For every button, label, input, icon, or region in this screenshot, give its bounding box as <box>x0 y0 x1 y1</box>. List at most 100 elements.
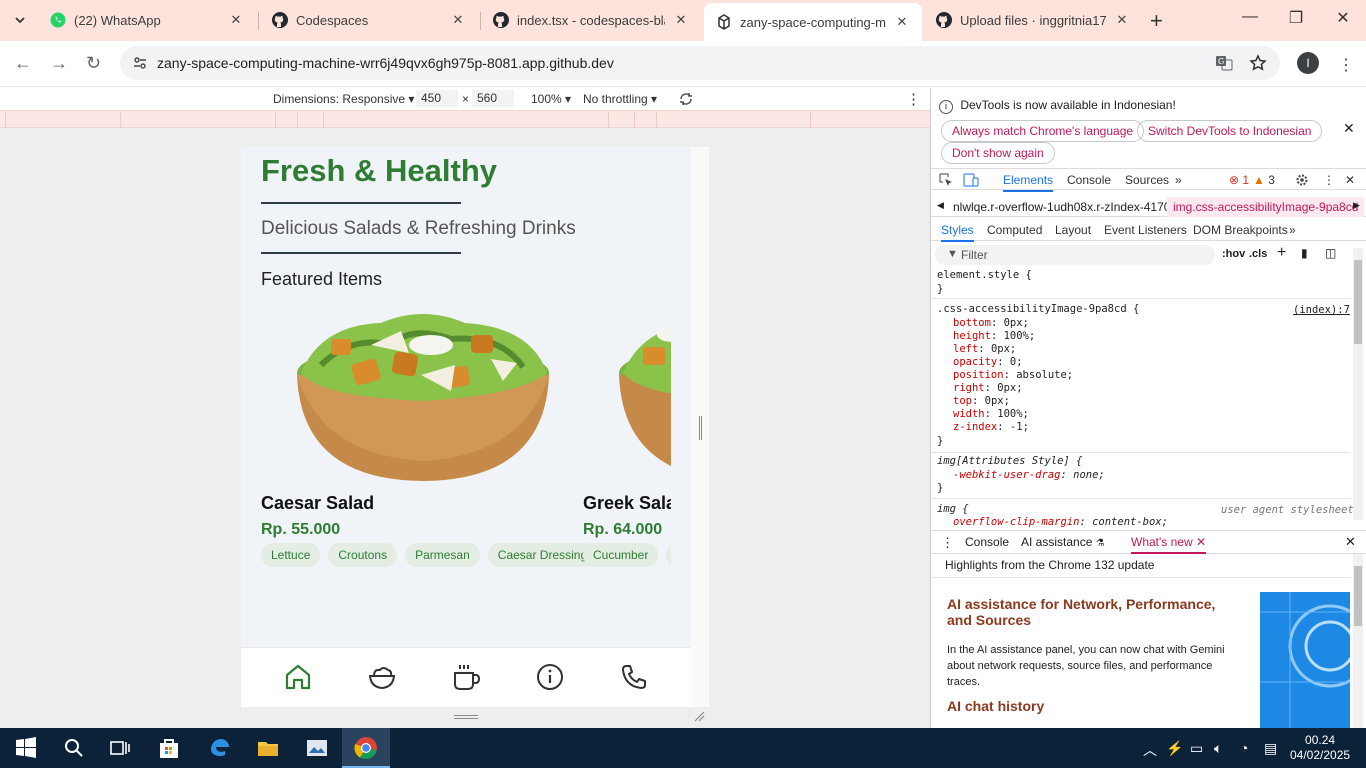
nav-home[interactable] <box>283 662 313 692</box>
style-property[interactable]: z-index: -1; <box>953 421 1073 434</box>
class-toggle[interactable]: .cls <box>1249 248 1267 260</box>
zoom-select[interactable]: 100% ▾ <box>531 92 571 106</box>
style-property[interactable]: position: absolute; <box>953 369 1073 382</box>
whats-new-title[interactable]: AI assistance for Network, Performance, … <box>947 596 1237 628</box>
new-rule-icon[interactable]: + <box>1277 244 1286 262</box>
close-drawer-icon[interactable]: ✕ <box>1345 534 1356 550</box>
styles-scrollbar[interactable] <box>1353 248 1363 520</box>
hover-state-toggle[interactable]: :hov <box>1222 248 1245 260</box>
store-icon[interactable] <box>157 736 181 760</box>
forward-arrow-icon[interactable]: → <box>50 53 68 74</box>
breadcrumb-item-selected[interactable]: img.css-accessibilityImage-9pa8cd <box>1167 197 1365 217</box>
battery-icon[interactable]: ▭ <box>1190 740 1203 757</box>
translate-icon[interactable]: G <box>1215 54 1233 72</box>
show-hidden-icons-icon[interactable]: ︿ <box>1143 740 1157 760</box>
subtab-styles[interactable]: Styles <box>941 223 974 242</box>
close-tab-icon[interactable]: ✕ <box>450 12 466 28</box>
nav-drinks[interactable] <box>451 662 481 692</box>
style-property[interactable]: left: 0px; <box>953 343 1073 356</box>
inspect-element-icon[interactable] <box>939 173 953 187</box>
switch-language-button[interactable]: Switch DevTools to Indonesian <box>1137 120 1323 142</box>
power-mode-icon[interactable]: ⚡ <box>1166 740 1183 757</box>
close-tab-icon[interactable]: ✕ <box>228 12 244 28</box>
tab-whatsapp[interactable]: (22) WhatsApp ✕ <box>38 3 256 37</box>
tab-codespaces[interactable]: Codespaces ✕ <box>260 3 478 37</box>
styles-filter-input[interactable]: ▼ Filter <box>935 245 1215 265</box>
drawer-menu-icon[interactable]: ⋮ <box>941 535 954 551</box>
system-clock[interactable]: 00.24 04/02/2025 <box>1290 733 1350 763</box>
always-match-language-button[interactable]: Always match Chrome's language <box>941 120 1145 142</box>
close-tab-icon[interactable]: ✕ <box>673 12 689 28</box>
settings-gear-icon[interactable] <box>1295 173 1309 187</box>
style-property[interactable]: -webkit-user-drag: none; <box>953 469 1105 481</box>
style-property[interactable]: bottom: 0px; <box>953 317 1073 330</box>
right-resize-handle[interactable] <box>699 416 702 440</box>
style-property[interactable]: right: 0px; <box>953 382 1073 395</box>
new-tab-icon[interactable]: + <box>1150 8 1163 34</box>
subtab-computed[interactable]: Computed <box>987 223 1042 237</box>
subtab-event-listeners[interactable]: Event Listeners <box>1104 223 1187 237</box>
dont-show-again-button[interactable]: Don't show again <box>941 142 1055 164</box>
bookmark-star-icon[interactable] <box>1249 54 1267 72</box>
edge-icon[interactable] <box>207 736 231 760</box>
close-banner-icon[interactable]: ✕ <box>1343 120 1355 137</box>
img-rule-selector[interactable]: img { <box>937 503 969 515</box>
site-info-icon[interactable] <box>132 55 148 71</box>
style-property[interactable]: opacity: 0; <box>953 356 1073 369</box>
device-toolbar-menu-icon[interactable]: ⋮ <box>906 90 921 108</box>
minimize-icon[interactable]: — <box>1240 8 1260 26</box>
whats-new-thumbnail[interactable] <box>1260 592 1350 728</box>
wifi-icon[interactable]: ◔ <box>1240 740 1248 756</box>
attr-rule-selector[interactable]: img[Attributes Style] { <box>937 455 1082 467</box>
bottom-resize-handle[interactable] <box>454 715 478 719</box>
style-property[interactable]: top: 0px; <box>953 395 1073 408</box>
chrome-taskbar-button[interactable] <box>342 728 390 768</box>
drawer-tab-whats-new[interactable]: What's new ✕ <box>1131 535 1207 554</box>
crumb-scroll-left-icon[interactable]: ◀ <box>937 200 944 211</box>
windows-start-icon[interactable] <box>14 736 38 760</box>
more-tabs-icon[interactable]: » <box>1175 173 1182 187</box>
breadcrumb-item[interactable]: nlwlqe.r-overflow-1udh08x.r-zIndex-41701… <box>953 200 1184 214</box>
task-view-icon[interactable] <box>108 736 132 760</box>
throttling-select[interactable]: No throttling ▾ <box>583 92 657 106</box>
nav-about[interactable] <box>535 662 565 692</box>
crumb-scroll-right-icon[interactable]: ▶ <box>1353 200 1360 211</box>
warning-count[interactable]: ▲ 3 <box>1253 173 1275 187</box>
chrome-menu-icon[interactable]: ⋮ <box>1338 55 1354 75</box>
tab-console[interactable]: Console <box>1067 173 1111 187</box>
whats-new-title-2[interactable]: AI chat history <box>947 698 1044 714</box>
photos-app-icon[interactable] <box>305 736 329 760</box>
reload-icon[interactable]: ↻ <box>86 53 101 74</box>
file-explorer-icon[interactable] <box>256 736 280 760</box>
back-arrow-icon[interactable]: ← <box>14 53 32 74</box>
style-property[interactable]: overflow-clip-margin: content-box; <box>953 516 1168 528</box>
close-devtools-icon[interactable]: ✕ <box>1345 173 1355 187</box>
height-input[interactable]: 560 <box>472 90 514 107</box>
paint-icon[interactable]: ▮ <box>1301 246 1308 260</box>
tab-sources[interactable]: Sources <box>1125 173 1169 187</box>
profile-avatar[interactable]: I <box>1297 52 1319 74</box>
rule-selector[interactable]: .css-accessibilityImage-9pa8cd { <box>937 303 1139 315</box>
rotate-icon[interactable] <box>678 91 694 107</box>
tab-search-button[interactable] <box>8 8 32 32</box>
close-window-icon[interactable]: ✕ <box>1333 8 1353 28</box>
language-icon[interactable]: ▤ <box>1264 740 1277 757</box>
device-toggle-icon[interactable] <box>963 173 979 187</box>
address-bar[interactable]: zany-space-computing-machine-wrr6j49qvx6… <box>120 46 1280 80</box>
sidebar-toggle-icon[interactable]: ◫ <box>1325 246 1336 260</box>
more-subtabs-icon[interactable]: » <box>1289 223 1296 237</box>
tab-zany-space[interactable]: zany-space-computing-machine ✕ <box>704 3 922 41</box>
close-tab-icon[interactable]: ✕ <box>894 14 910 30</box>
search-icon[interactable] <box>62 736 86 760</box>
dimensions-select[interactable]: Dimensions: Responsive ▾ <box>273 92 414 106</box>
error-count[interactable]: ⊗ 1 <box>1229 173 1249 187</box>
restore-icon[interactable]: ❐ <box>1286 8 1306 28</box>
close-tab-icon[interactable]: ✕ <box>1114 12 1130 28</box>
subtab-dom-breakpoints[interactable]: DOM Breakpoints <box>1193 223 1288 237</box>
devtools-menu-icon[interactable]: ⋮ <box>1323 173 1335 187</box>
tab-upload-files[interactable]: Upload files · inggritnia17/c ✕ <box>924 3 1142 37</box>
rule-source-link[interactable]: (index):7 <box>1293 304 1350 316</box>
tab-index-tsx[interactable]: index.tsx - codespaces-blank ✕ <box>481 3 701 37</box>
corner-resize-icon[interactable] <box>693 710 705 722</box>
nav-contact[interactable] <box>619 662 649 692</box>
